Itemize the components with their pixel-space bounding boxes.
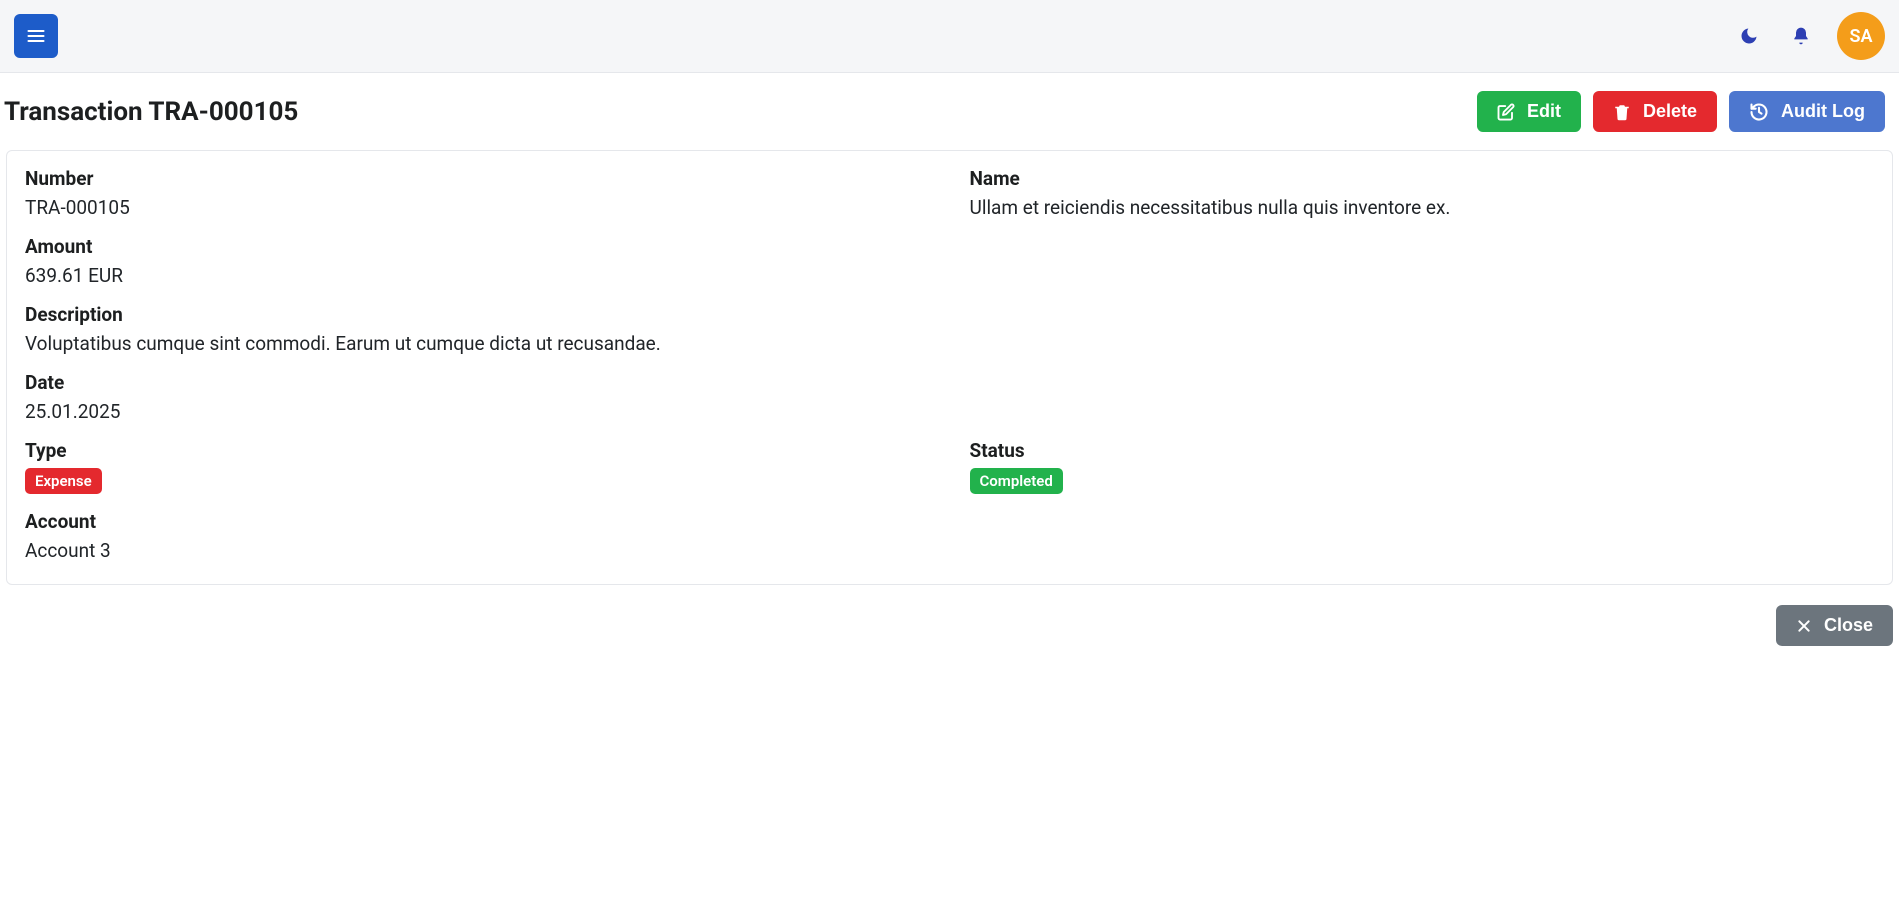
value-name: Ullam et reiciendis necessitatibus nulla…	[970, 196, 1875, 219]
close-button[interactable]: Close	[1776, 605, 1893, 646]
delete-button[interactable]: Delete	[1593, 91, 1717, 132]
audit-log-button[interactable]: Audit Log	[1729, 91, 1885, 132]
label-description: Description	[25, 303, 1874, 326]
detail-row-amount: Amount 639.61 EUR	[25, 235, 1874, 287]
edit-button-label: Edit	[1527, 101, 1561, 122]
page-container: Transaction TRA-000105 Edit Delete	[0, 73, 1899, 666]
type-badge: Expense	[25, 468, 102, 494]
avatar-initials: SA	[1849, 26, 1872, 47]
edit-button[interactable]: Edit	[1477, 91, 1581, 132]
value-account: Account 3	[25, 539, 1874, 562]
dark-mode-toggle[interactable]	[1733, 20, 1765, 52]
header-right: SA	[1733, 12, 1885, 60]
transaction-detail-card: Number TRA-000105 Name Ullam et reiciend…	[6, 150, 1893, 585]
label-type: Type	[25, 439, 930, 462]
header-left	[14, 14, 58, 58]
label-date: Date	[25, 371, 1874, 394]
trash-icon	[1613, 103, 1631, 121]
close-button-label: Close	[1824, 615, 1873, 636]
audit-log-button-label: Audit Log	[1781, 101, 1865, 122]
field-account: Account Account 3	[25, 510, 1874, 562]
value-date: 25.01.2025	[25, 400, 1874, 423]
avatar[interactable]: SA	[1837, 12, 1885, 60]
field-amount: Amount 639.61 EUR	[25, 235, 1874, 287]
label-amount: Amount	[25, 235, 1874, 258]
moon-icon	[1739, 26, 1759, 46]
field-name: Name Ullam et reiciendis necessitatibus …	[970, 167, 1875, 219]
detail-row-number-name: Number TRA-000105 Name Ullam et reiciend…	[25, 167, 1874, 219]
detail-row-type-status: Type Expense Status Completed	[25, 439, 1874, 494]
pencil-icon	[1497, 103, 1515, 121]
detail-row-description: Description Voluptatibus cumque sint com…	[25, 303, 1874, 355]
value-description: Voluptatibus cumque sint commodi. Earum …	[25, 332, 1874, 355]
label-name: Name	[970, 167, 1875, 190]
page-title-row: Transaction TRA-000105 Edit Delete	[0, 73, 1899, 150]
menu-toggle-button[interactable]	[14, 14, 58, 58]
label-account: Account	[25, 510, 1874, 533]
app-header: SA	[0, 0, 1899, 73]
value-amount: 639.61 EUR	[25, 264, 1874, 287]
status-badge: Completed	[970, 468, 1063, 494]
page-title: Transaction TRA-000105	[2, 97, 298, 127]
value-number: TRA-000105	[25, 196, 930, 219]
label-number: Number	[25, 167, 930, 190]
field-status: Status Completed	[970, 439, 1875, 494]
hamburger-icon	[26, 26, 46, 46]
action-buttons: Edit Delete Audit Log	[1477, 91, 1897, 132]
field-type: Type Expense	[25, 439, 930, 494]
label-status: Status	[970, 439, 1875, 462]
delete-button-label: Delete	[1643, 101, 1697, 122]
close-icon	[1796, 618, 1812, 634]
notifications-button[interactable]	[1785, 20, 1817, 52]
detail-row-account: Account Account 3	[25, 510, 1874, 562]
footer-actions: Close	[0, 585, 1899, 646]
field-date: Date 25.01.2025	[25, 371, 1874, 423]
field-number: Number TRA-000105	[25, 167, 930, 219]
detail-row-date: Date 25.01.2025	[25, 371, 1874, 423]
bell-icon	[1791, 26, 1811, 46]
detail-grid: Number TRA-000105 Name Ullam et reiciend…	[25, 167, 1874, 562]
field-description: Description Voluptatibus cumque sint com…	[25, 303, 1874, 355]
history-icon	[1749, 102, 1769, 122]
